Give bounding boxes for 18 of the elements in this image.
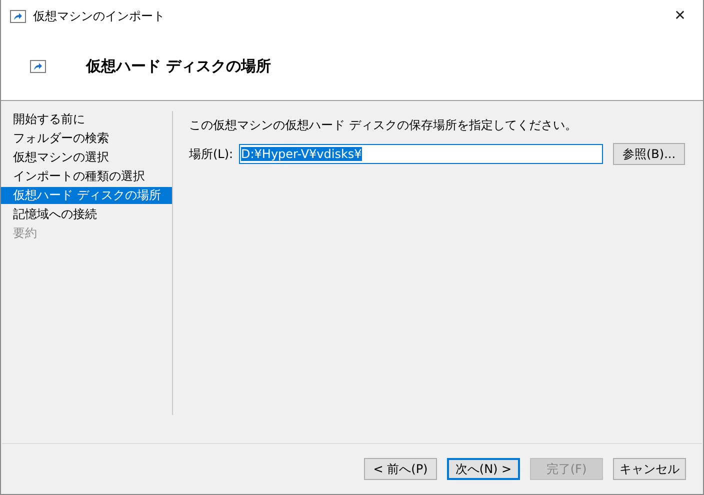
instruction-text: この仮想マシンの仮想ハード ディスクの保存場所を指定してください。 — [189, 117, 578, 134]
location-field[interactable]: D:¥Hyper-V¥vdisks¥ — [239, 144, 603, 164]
wizard-button[interactable]: キャンセル — [613, 458, 686, 480]
wizard-button[interactable]: 次へ(N) > — [447, 458, 520, 480]
step-item[interactable]: 記憶域への接続 — [1, 206, 172, 223]
step-item[interactable]: 仮想マシンの選択 — [1, 149, 172, 166]
step-item[interactable]: フォルダーの検索 — [1, 130, 172, 147]
wizard-button[interactable]: < 前へ(P) — [364, 458, 437, 480]
step-item[interactable]: 開始する前に — [1, 111, 172, 128]
browse-button[interactable]: 参照(B)... — [613, 143, 685, 165]
window-title: 仮想マシンのインポート — [33, 8, 166, 24]
page-heading: 仮想ハード ディスクの場所 — [86, 56, 272, 76]
import-icon — [10, 10, 26, 22]
close-icon[interactable]: ✕ — [657, 0, 703, 32]
step-item[interactable]: 仮想ハード ディスクの場所 — [1, 187, 172, 204]
location-label: 場所(L): — [189, 146, 234, 162]
import-icon — [30, 60, 46, 72]
step-item[interactable]: インポートの種類の選択 — [1, 168, 172, 185]
